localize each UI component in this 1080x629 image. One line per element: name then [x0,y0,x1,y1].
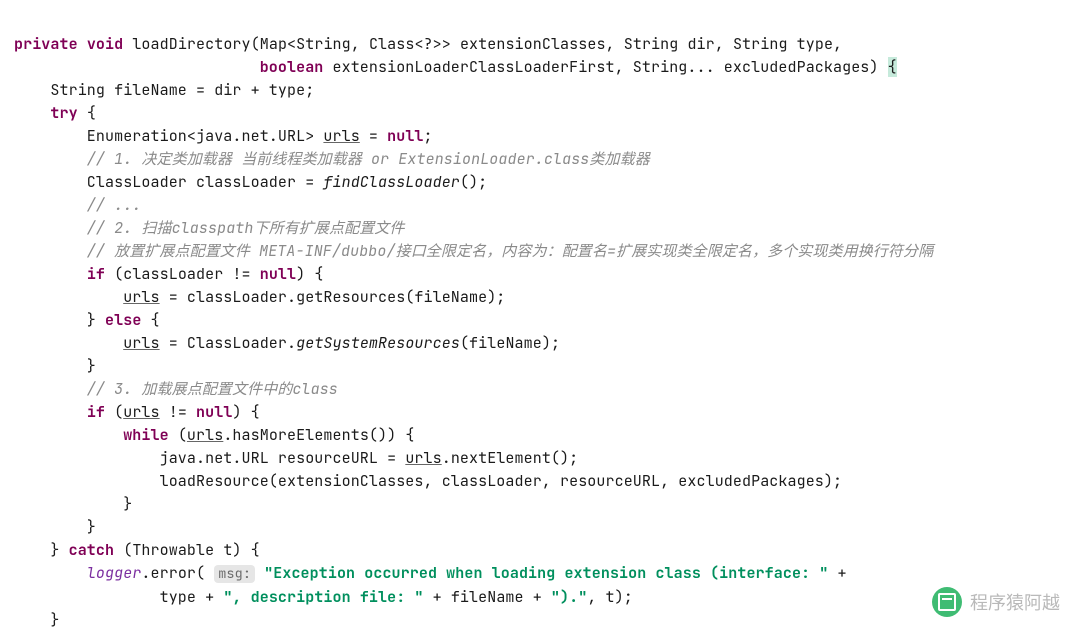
l24a [14,563,87,583]
var-urls-5: urls [187,425,223,445]
comment-4: // 放置扩展点配置文件 META-INF/dubbo/接口全限定名，内容为：配… [14,241,933,261]
var-urls: urls [323,126,359,146]
comment-3: // 2. 扫描classpath下所有扩展点配置文件 [14,218,405,238]
l5a: Enumeration<java.net.URL> [14,126,323,146]
kw-if-1: if [87,264,105,284]
l14c: (fileName); [460,333,560,353]
string-3: ")." [551,587,587,607]
l19b: .nextElement(); [442,448,579,468]
string-2: ", description file: " [223,587,423,607]
comment-2: // ... [14,195,141,215]
l11a: (classLoader != [105,264,260,284]
call-getSystemResources: getSystemResources [296,333,460,353]
l18b: .hasMoreElements()) { [223,425,414,445]
l24c [255,563,264,583]
params-2: extensionLoaderClassLoaderFirst, String.… [323,57,887,77]
l25b: + fileName + [424,587,551,607]
kw-catch: catch [69,540,115,560]
l12b: = classLoader.getResources(fileName); [160,287,506,307]
var-urls-4: urls [123,402,159,422]
l13b: { [141,310,159,330]
kw-boolean: boolean [260,57,324,77]
line-21: } [14,494,132,514]
line-20: loadResource(extensionClasses, classLoad… [14,471,842,491]
l18a: ( [169,425,187,445]
params-1: (Map<String, Class<?>> extensionClasses,… [251,34,843,54]
l17a: ( [105,402,123,422]
kw-void: void [87,34,123,54]
comment-1: // 1. 决定类加载器 当前线程类加载器 or ExtensionLoader… [14,149,650,169]
l24b: .error( [141,563,214,583]
l23b: (Throwable t) { [114,540,260,560]
kw-if-2: if [87,402,105,422]
logger: logger [87,563,142,583]
method-name: loadDirectory [132,34,250,54]
l25a: type + [14,587,223,607]
code-block: private void loadDirectory(Map<String, C… [0,0,1080,629]
line-3: String fileName = dir + type; [14,80,314,100]
l5c: ; [424,126,433,146]
try-brace: { [78,103,96,123]
kw-null-3: null [196,402,232,422]
l23a: } [14,540,69,560]
l12a [14,287,123,307]
line-26: } [14,610,60,629]
l11end: ) { [296,264,323,284]
wechat-icon [932,587,962,617]
var-urls-3: urls [123,333,159,353]
kw-try: try [50,103,77,123]
l7a: ClassLoader classLoader = [14,172,323,192]
param-hint: msg: [214,565,255,583]
l24d: + [828,563,846,583]
kw-private: private [14,34,78,54]
l17b: != [160,402,196,422]
l13a: } [14,310,105,330]
brace-open: { [888,57,897,77]
kw-null: null [387,126,423,146]
watermark-text: 程序猿阿越 [970,589,1060,615]
l5b: = [360,126,387,146]
kw-else: else [105,310,141,330]
var-urls-2: urls [123,287,159,307]
l14a [14,333,123,353]
l17c: ) { [232,402,259,422]
comment-5: // 3. 加载展点配置文件中的class [14,379,338,399]
kw-null-2: null [260,264,296,284]
line-22: } [14,517,96,537]
var-urls-6: urls [405,448,441,468]
l14b: = ClassLoader. [160,333,297,353]
l7b: (); [460,172,487,192]
string-1: "Exception occurred when loading extensi… [264,563,828,583]
watermark: 程序猿阿越 [932,587,1060,617]
l25c: , t); [587,587,633,607]
l19a: java.net.URL resourceURL = [14,448,405,468]
line-15: } [14,356,96,376]
kw-while: while [123,425,169,445]
call-findClassLoader: findClassLoader [323,172,460,192]
